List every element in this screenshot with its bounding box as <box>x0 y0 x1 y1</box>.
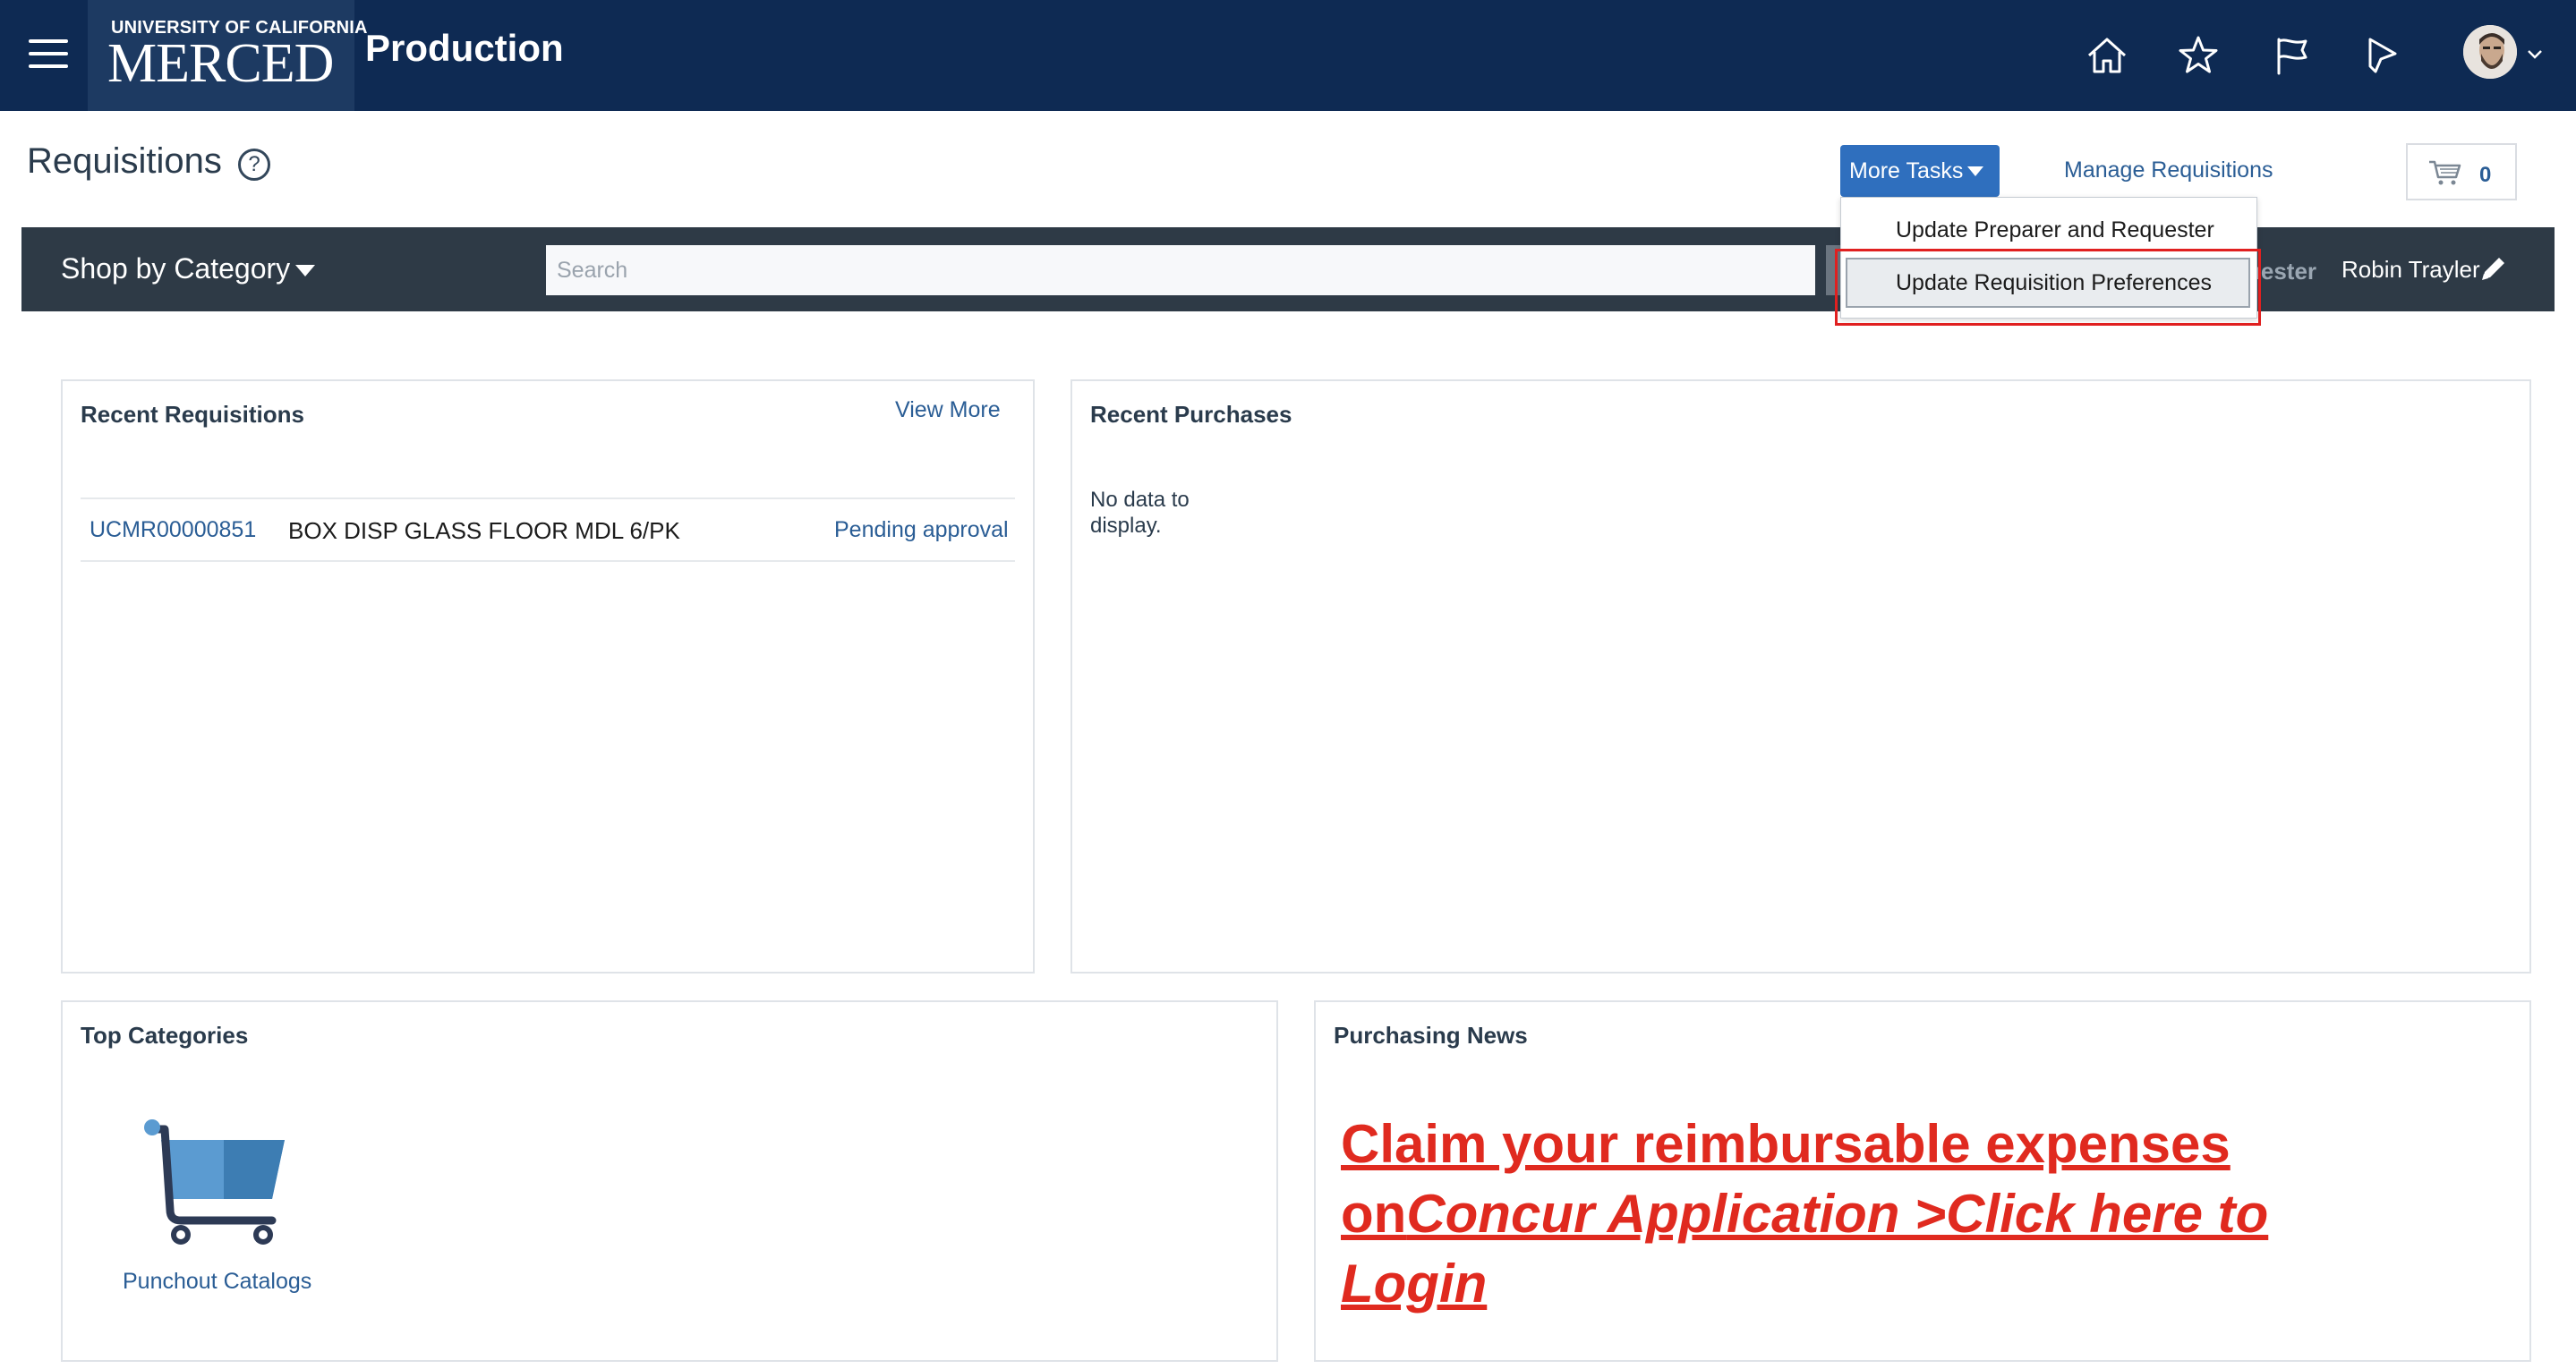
concur-login-link[interactable]: Claim your reimbursable expenses onConcu… <box>1341 1110 2415 1319</box>
no-data-message: No data to display. <box>1090 488 1190 538</box>
more-tasks-button[interactable]: More Tasks <box>1840 145 2000 197</box>
help-icon[interactable]: ? <box>238 149 270 181</box>
caret-down-icon <box>295 265 316 277</box>
view-more-link[interactable]: View More <box>895 397 1001 423</box>
chevron-down-icon[interactable] <box>2524 43 2546 64</box>
home-icon[interactable] <box>2082 30 2132 81</box>
news-line-2-link: Concur Application >Click here to <box>1406 1184 2269 1244</box>
shop-by-category-menu[interactable]: Shop by Category <box>61 252 316 285</box>
recent-requisitions-panel <box>61 379 1035 974</box>
more-tasks-label: More Tasks <box>1849 158 1964 183</box>
navigator-menu-icon[interactable] <box>29 39 68 70</box>
shopping-cart-button[interactable]: 0 <box>2406 143 2517 200</box>
requisition-id-link[interactable]: UCMR00000851 <box>90 517 256 543</box>
recent-requisitions-title: Recent Requisitions <box>81 401 304 428</box>
cart-count: 0 <box>2479 163 2492 187</box>
purchasing-news-title: Purchasing News <box>1334 1022 1528 1049</box>
search-input[interactable] <box>546 245 1815 295</box>
news-line-2-prefix: on <box>1341 1184 1407 1244</box>
environment-title: Production <box>365 27 564 69</box>
page-title: Requisitions <box>27 141 222 181</box>
recent-purchases-panel <box>1070 379 2531 974</box>
highlight-annotation-box <box>1835 249 2261 326</box>
caret-down-icon <box>1967 166 1983 176</box>
notifications-flag-icon[interactable] <box>2266 30 2316 81</box>
news-line-3-link: Login <box>1341 1254 1488 1314</box>
shop-by-category-label: Shop by Category <box>61 252 291 285</box>
shopping-cart-icon[interactable] <box>138 1110 290 1253</box>
category-punchout-catalogs[interactable]: Punchout Catalogs <box>123 1269 311 1295</box>
top-categories-title: Top Categories <box>81 1022 249 1049</box>
menu-item-update-preparer[interactable]: Update Preparer and Requester <box>1896 217 2214 243</box>
news-line-1: Claim your reimbursable expenses <box>1341 1114 2231 1174</box>
manage-requisitions-link[interactable]: Manage Requisitions <box>2064 157 2273 183</box>
requisition-status-link[interactable]: Pending approval <box>834 517 1009 543</box>
user-avatar[interactable] <box>2463 25 2517 79</box>
favorites-star-icon[interactable] <box>2173 30 2223 81</box>
watchlist-icon[interactable] <box>2358 30 2408 81</box>
requisition-description: BOX DISP GLASS FLOOR MDL 6/PK <box>288 517 680 544</box>
requester-name: Robin Trayler <box>2341 256 2480 283</box>
logo-merced-text: MERCED <box>107 33 334 94</box>
edit-pencil-icon[interactable] <box>2478 254 2508 285</box>
recent-purchases-title: Recent Purchases <box>1090 401 1292 428</box>
cart-icon <box>2429 160 2461 185</box>
